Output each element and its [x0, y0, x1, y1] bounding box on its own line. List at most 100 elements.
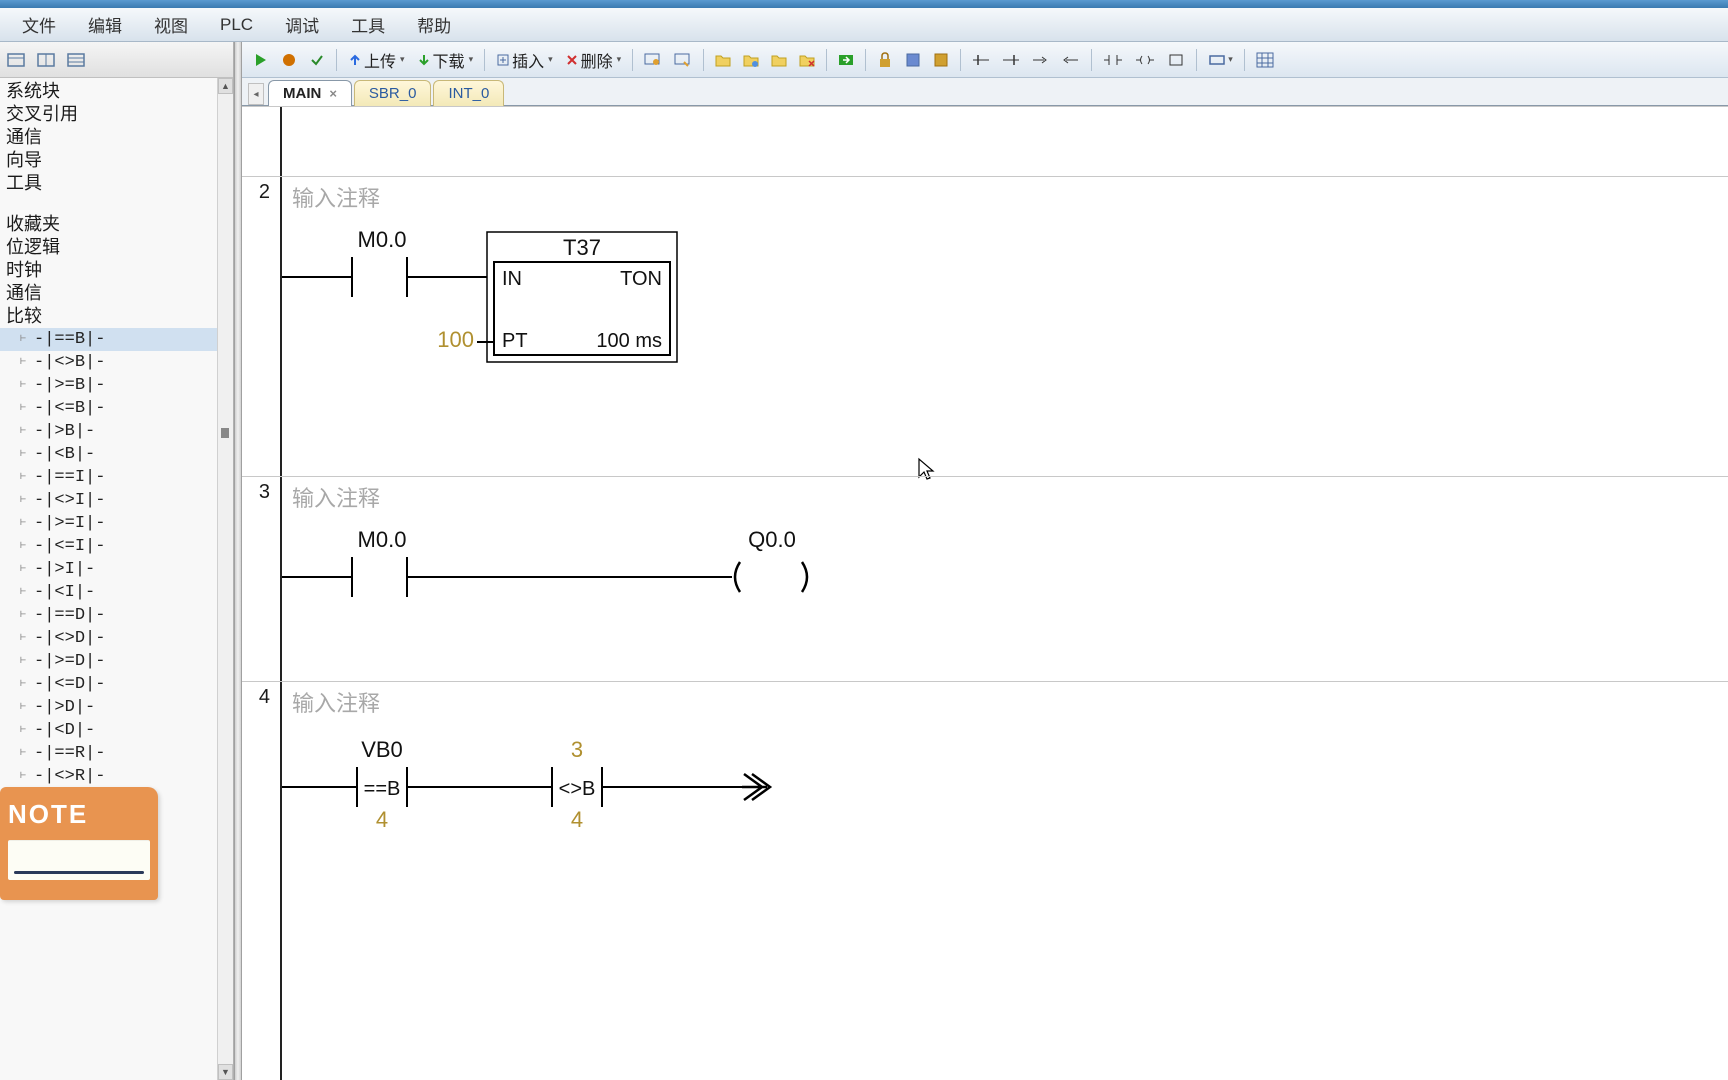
tool-disk2[interactable] — [928, 47, 954, 73]
menu-view[interactable]: 视图 — [138, 6, 204, 43]
instr-node[interactable]: -|==R|- — [0, 742, 233, 765]
main-toolbar: 上传▾ 下载▾ 插入▾ 删除▾ — [242, 42, 1728, 78]
tree-node[interactable]: 收藏夹 — [0, 213, 233, 236]
instr-node[interactable]: -|<=I|- — [0, 535, 233, 558]
menu-edit[interactable]: 编辑 — [72, 6, 138, 43]
timer-pt: PT — [502, 330, 528, 352]
close-icon[interactable]: × — [329, 86, 337, 101]
menubar: 文件 编辑 视图 PLC 调试 工具 帮助 — [0, 8, 1728, 42]
cmp1-bottom: 4 — [376, 807, 388, 832]
instr-node[interactable]: -|<I|- — [0, 581, 233, 604]
tool-folder1[interactable] — [710, 47, 736, 73]
ladder-tool-1[interactable] — [967, 47, 995, 73]
instr-node[interactable]: -|<D|- — [0, 719, 233, 742]
instr-node[interactable]: -|>B|- — [0, 420, 233, 443]
menu-plc[interactable]: PLC — [204, 9, 269, 41]
menu-debug[interactable]: 调试 — [269, 6, 335, 43]
upload-button[interactable]: 上传▾ — [343, 47, 410, 73]
sidebar: 系统块 交叉引用 通信 向导 工具 收藏夹 位逻辑 时钟 通信 比较 -|==B… — [0, 42, 234, 1080]
project-tree[interactable]: 系统块 交叉引用 通信 向导 工具 收藏夹 位逻辑 时钟 通信 比较 -|==B… — [0, 78, 233, 1080]
instr-node[interactable]: -|>=B|- — [0, 374, 233, 397]
tool-grid[interactable] — [1251, 47, 1279, 73]
insert-button[interactable]: 插入▾ — [491, 47, 558, 73]
instr-node[interactable]: -|==I|- — [0, 466, 233, 489]
delete-button[interactable]: 删除▾ — [560, 47, 627, 73]
cmp2-bottom: 4 — [571, 807, 583, 832]
stop-button[interactable] — [276, 47, 302, 73]
ladder-editor[interactable]: 2 输入注释 M0.0 T37 IN TON PT — [242, 106, 1728, 1080]
tool-rect[interactable]: ▾ — [1203, 47, 1238, 73]
timer-type: TON — [620, 268, 662, 290]
instr-node[interactable]: -|>=D|- — [0, 650, 233, 673]
tree-node[interactable]: 时钟 — [0, 259, 233, 282]
tool-folder-x[interactable] — [794, 47, 820, 73]
contact-label: M0.0 — [358, 227, 407, 252]
ladder-tool-3[interactable] — [1027, 47, 1055, 73]
tool-btn-b[interactable] — [669, 47, 697, 73]
sidebar-tool-2[interactable] — [36, 50, 58, 70]
ladder-tool-4[interactable] — [1057, 47, 1085, 73]
contact-label: M0.0 — [358, 527, 407, 552]
tab-int0[interactable]: INT_0 — [433, 80, 504, 106]
instr-node[interactable]: -|>=I|- — [0, 512, 233, 535]
tree-node[interactable]: 通信 — [0, 126, 233, 149]
cmp1-var: VB0 — [361, 737, 403, 762]
vertical-splitter[interactable] — [234, 42, 242, 1080]
sidebar-tool-1[interactable] — [6, 50, 28, 70]
tool-lock[interactable] — [872, 47, 898, 73]
instr-node[interactable]: -|<>I|- — [0, 489, 233, 512]
tab-sbr0[interactable]: SBR_0 — [354, 80, 432, 106]
download-button[interactable]: 下载▾ — [412, 47, 479, 73]
timer-name: T37 — [563, 235, 601, 260]
cmp2-top: 3 — [571, 737, 583, 762]
network-comment[interactable]: 输入注释 — [292, 481, 380, 513]
coil-label: Q0.0 — [748, 527, 796, 552]
instr-node[interactable]: -|==D|- — [0, 604, 233, 627]
tree-node[interactable]: 位逻辑 — [0, 236, 233, 259]
tab-nav-left[interactable]: ◂ — [248, 83, 264, 105]
tool-go[interactable] — [833, 47, 859, 73]
compile-button[interactable] — [304, 47, 330, 73]
cmp2-op: <>B — [559, 778, 596, 800]
timer-res: 100 ms — [596, 330, 662, 352]
network-comment[interactable]: 输入注释 — [292, 686, 380, 718]
instr-node[interactable]: -|<>D|- — [0, 627, 233, 650]
tree-node[interactable]: 比较 — [0, 305, 233, 328]
tree-scrollbar[interactable]: ▲ ▼ — [217, 78, 233, 1080]
instr-node[interactable]: -|<B|- — [0, 443, 233, 466]
instr-node[interactable]: -|<>R|- — [0, 765, 233, 788]
contact-tool[interactable] — [1098, 47, 1128, 73]
instr-node[interactable]: -|>I|- — [0, 558, 233, 581]
tree-node[interactable]: 系统块 — [0, 80, 233, 103]
instr-node[interactable]: -|<>B|- — [0, 351, 233, 374]
tool-disk[interactable] — [900, 47, 926, 73]
tool-folder3[interactable] — [766, 47, 792, 73]
tool-btn-a[interactable] — [639, 47, 667, 73]
instr-node[interactable]: -|>D|- — [0, 696, 233, 719]
run-button[interactable] — [248, 47, 274, 73]
instr-node[interactable]: -|<=B|- — [0, 397, 233, 420]
timer-in: IN — [502, 268, 522, 290]
editor-tabs: ◂ MAIN× SBR_0 INT_0 — [242, 78, 1728, 106]
timer-pt-value: 100 — [437, 327, 474, 352]
cmp1-op: ==B — [364, 778, 401, 800]
network-number: 4 — [248, 686, 270, 709]
tool-folder2[interactable] — [738, 47, 764, 73]
coil-tool[interactable] — [1130, 47, 1160, 73]
instr-node[interactable]: -|==B|- — [0, 328, 233, 351]
tree-node[interactable]: 向导 — [0, 149, 233, 172]
sidebar-toolbar — [0, 42, 233, 78]
instr-node[interactable]: -|<=D|- — [0, 673, 233, 696]
network-comment[interactable]: 输入注释 — [292, 181, 380, 213]
menu-help[interactable]: 帮助 — [401, 6, 467, 43]
tree-node[interactable]: 交叉引用 — [0, 103, 233, 126]
sidebar-tool-3[interactable] — [66, 50, 88, 70]
ladder-tool-2[interactable] — [997, 47, 1025, 73]
menu-file[interactable]: 文件 — [6, 6, 72, 43]
tab-main[interactable]: MAIN× — [268, 80, 352, 106]
box-tool[interactable] — [1162, 47, 1190, 73]
network-number: 3 — [248, 481, 270, 504]
menu-tools[interactable]: 工具 — [335, 6, 401, 43]
tree-node[interactable]: 通信 — [0, 282, 233, 305]
tree-node[interactable]: 工具 — [0, 172, 233, 195]
